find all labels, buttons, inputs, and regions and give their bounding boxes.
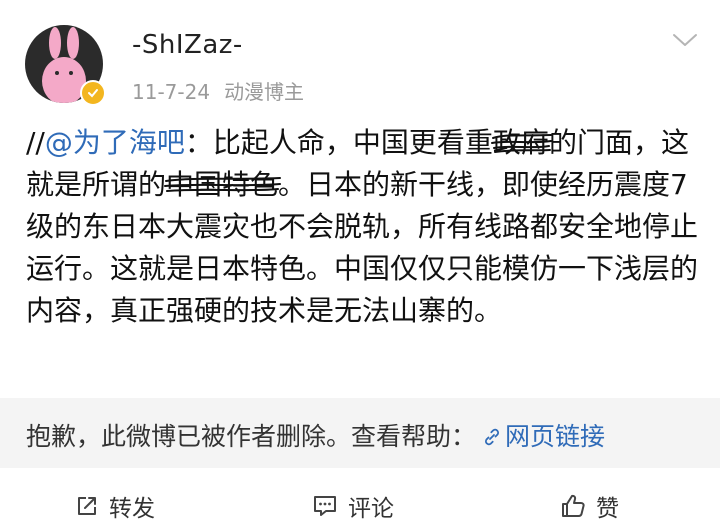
deleted-message: 抱歉，此微博已被作者删除。查看帮助： [26, 422, 477, 451]
scribbled-phrase: 中国特色 [164, 164, 282, 206]
post-meta: 11-7-24 动漫博主 [132, 76, 304, 105]
action-bar: 转发 评论 赞 [0, 475, 720, 531]
comment-label: 评论 [348, 496, 394, 522]
scribbled-word: 政府 [490, 122, 552, 164]
deleted-notice-text: 抱歉，此微博已被作者删除。查看帮助： 网页链接 [26, 417, 605, 453]
like-label: 赞 [596, 496, 619, 522]
repost-button[interactable]: 转发 [75, 489, 155, 523]
post-date: 11-7-24 [132, 80, 211, 104]
body-text-part1: 比起人命，中国更看重 [212, 126, 493, 159]
comment-icon [314, 496, 336, 516]
username[interactable]: -ShIZaz- [132, 30, 243, 60]
mention-colon: ： [184, 126, 213, 159]
deleted-notice: 抱歉，此微博已被作者删除。查看帮助： 网页链接 [0, 398, 720, 468]
comment-button[interactable]: 评论 [312, 489, 394, 523]
thumbs-up-icon [562, 494, 585, 517]
post-body: //@为了海吧：比起人命，中国更看重政府 的门面，这就是所谓的中国特色 。日本的新干… [26, 122, 706, 332]
mention-link[interactable]: @为了海吧 [45, 126, 185, 159]
post-header: -ShIZaz- 11-7-24 动漫博主 [0, 0, 720, 110]
repost-prefix: // [26, 126, 45, 159]
like-button[interactable]: 赞 [560, 489, 619, 523]
link-icon [485, 428, 499, 446]
post-source: 动漫博主 [224, 80, 305, 104]
scribbled-phrase-text: 中国特色 [166, 168, 279, 201]
chevron-down-icon[interactable] [672, 32, 698, 48]
web-link[interactable]: 网页链接 [482, 422, 605, 451]
web-link-label: 网页链接 [505, 422, 606, 451]
scribbled-word-text: 政府 [492, 126, 549, 159]
share-icon [78, 497, 96, 515]
repost-label: 转发 [109, 496, 155, 522]
verified-badge-icon [80, 80, 106, 106]
